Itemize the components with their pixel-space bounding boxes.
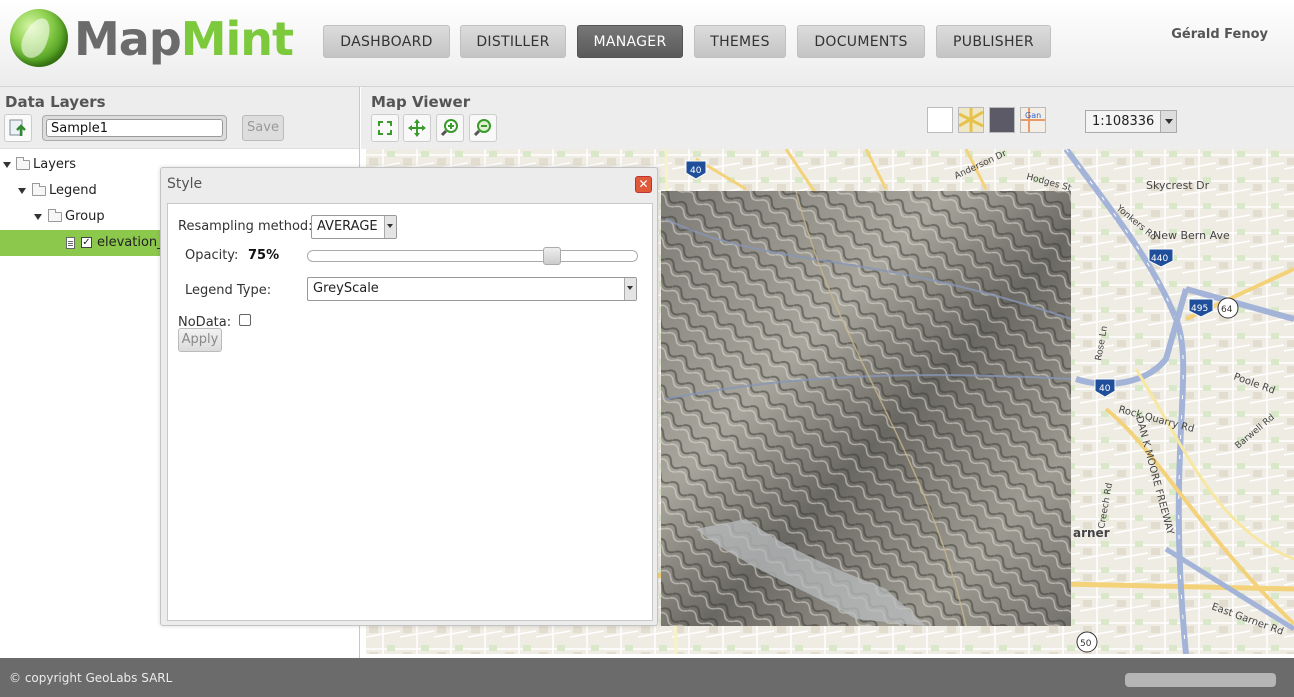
apply-button[interactable]: Apply [178,328,222,352]
save-button[interactable]: Save [242,115,284,141]
nav-themes[interactable]: THEMES [694,25,786,58]
resampling-label: Resampling method: [178,219,313,234]
pan-icon [408,119,426,137]
app-footer: © copyright GeoLabs SARL [0,658,1294,697]
chevron-down-icon [1160,111,1176,132]
tree-label: Legend [49,183,97,198]
zoom-extent-button[interactable] [371,114,399,142]
svg-text:440: 440 [1151,254,1168,264]
legend-type-select[interactable]: GreyScale [307,277,637,301]
map-label: Skycrest Dr [1146,179,1210,192]
style-dialog: Style ✕ Resampling method: AVERAGE Opaci… [160,167,658,626]
nav-publisher[interactable]: PUBLISHER [936,25,1051,58]
footer-progress-bar [1125,673,1276,687]
app-header: MapMint DASHBOARD DISTILLER MANAGER THEM… [0,0,1294,87]
opacity-slider[interactable] [307,247,638,265]
folder-icon [32,183,46,196]
blank-icon[interactable] [927,107,953,133]
close-icon[interactable]: ✕ [635,176,652,193]
svg-text:64: 64 [1221,305,1233,315]
zoom-extent-icon [378,121,392,135]
folder-icon [16,157,30,170]
satellite-icon[interactable] [989,107,1015,133]
app-logo: MapMint [74,12,294,66]
nav-documents[interactable]: DOCUMENTS [797,25,925,58]
upload-button[interactable] [4,114,32,142]
legend-type-label: Legend Type: [185,283,272,298]
layer-name-input[interactable] [46,119,223,137]
opacity-value: 75% [248,248,280,263]
dialog-title: Style [167,176,203,192]
resampling-select[interactable]: AVERAGE [311,215,397,239]
roads-icon[interactable] [958,107,984,133]
folder-icon [48,209,62,222]
tree-label: Group [65,209,105,224]
us-64-shield: 64 [1217,297,1239,319]
svg-text:50: 50 [1080,639,1092,649]
chevron-down-icon [384,216,396,238]
tree-label: elevation_ [97,235,164,250]
svg-text:Gan: Gan [1025,111,1041,120]
panel-title: Data Layers [5,93,106,111]
nav-manager[interactable]: MANAGER [577,25,683,58]
zoom-in-button[interactable] [436,114,464,142]
chevron-down-icon [624,278,636,300]
slider-handle[interactable] [543,247,561,265]
google-icon[interactable]: Gan [1020,107,1046,133]
legend-type-value: GreyScale [313,281,379,296]
zoom-out-icon [473,119,491,137]
style-form: Resampling method: AVERAGE Opacity: 75% … [167,203,653,621]
svg-text:495: 495 [1191,304,1208,314]
expand-arrow-icon[interactable] [34,214,42,220]
scale-value: 1:108336 [1092,114,1155,129]
logo-icon [10,9,68,67]
map-toolbar: Map Viewer Gan 1:108336 [361,87,1294,149]
us-50-shield: 50 [1076,631,1098,653]
user-name[interactable]: Gérald Fenoy [1171,27,1268,42]
svg-text:40: 40 [690,166,702,176]
scale-select[interactable]: 1:108336 [1085,110,1177,133]
copyright-text: © copyright GeoLabs SARL [9,671,173,685]
upload-icon [9,119,26,136]
opacity-label: Opacity: [185,248,239,263]
file-icon [66,237,75,249]
pan-button[interactable] [403,114,431,142]
zoom-in-icon [440,119,458,137]
svg-text:40: 40 [1099,384,1111,394]
data-layers-toolbar: Data Layers Save [0,87,359,149]
layer-name-wrapper [42,115,227,141]
nodata-checkbox[interactable] [239,314,251,326]
resampling-value: AVERAGE [317,219,378,234]
nav-dashboard[interactable]: DASHBOARD [323,25,450,58]
expand-arrow-icon[interactable] [18,188,26,194]
map-label: New Bern Ave [1153,229,1230,242]
nav-distiller[interactable]: DISTILLER [460,25,566,58]
tree-label: Layers [33,157,77,172]
layer-visibility-checkbox[interactable]: ✓ [81,237,92,248]
zoom-out-button[interactable] [469,114,497,142]
expand-arrow-icon[interactable] [3,162,11,168]
panel-title: Map Viewer [371,93,471,111]
